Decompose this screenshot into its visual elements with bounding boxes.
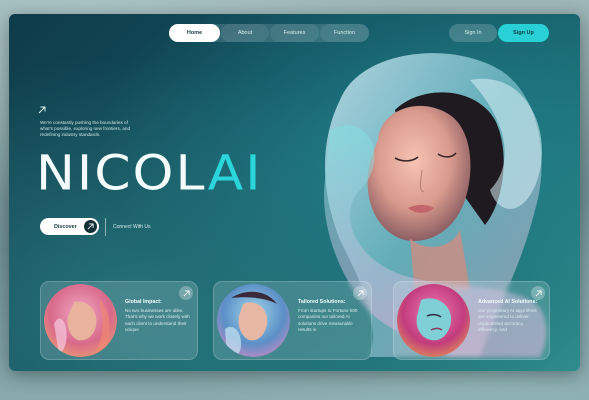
card-description: Our proprietary AI algorithms are engine… [478, 308, 537, 333]
card-title: Tailored Solutions: [298, 299, 346, 305]
discover-button-label: Discover [54, 223, 77, 230]
arrow-up-right-icon [84, 220, 97, 233]
brand-logo-main: NICOL [36, 146, 208, 202]
sign-in-button[interactable]: Sign In [449, 24, 497, 42]
card-avatar-image [217, 284, 290, 357]
brand-logo-accent: AI [207, 146, 263, 202]
hero-tagline: We're constantly pushing the boundaries … [40, 120, 130, 138]
feature-card-global-impact[interactable]: Global Impact: No two businesses are ali… [40, 281, 198, 360]
nav-tab-features[interactable]: Features [270, 24, 319, 42]
feature-card-advanced-ai-solutions[interactable]: Advanced AI Solutions: Our proprietary A… [393, 281, 550, 360]
card-description: No two businesses are alike. That's why … [125, 308, 190, 333]
discover-button[interactable]: Discover [40, 218, 99, 235]
feature-card-tailored-solutions[interactable]: Tailored Solutions: From startups to For… [213, 281, 372, 360]
arrow-up-right-icon [357, 289, 364, 296]
arrow-up-right-icon [183, 289, 190, 296]
card-title: Advanced AI Solutions: [478, 299, 538, 305]
brand-logo: NICOLAI [36, 150, 263, 198]
connect-with-us-link[interactable]: Connect With Us [113, 224, 151, 230]
card-title: Global Impact: [125, 299, 162, 305]
nav-tab-about[interactable]: About [221, 24, 269, 42]
arrow-up-right-icon [38, 106, 46, 114]
card-avatar-image [397, 284, 470, 357]
card-description: From startups to Fortune 500 companies o… [298, 308, 358, 333]
card-arrow-button[interactable] [179, 286, 193, 300]
card-arrow-button[interactable] [353, 286, 367, 300]
card-avatar-image [44, 284, 117, 357]
sign-up-button[interactable]: Sign Up [498, 24, 549, 42]
nav-tab-home[interactable]: Home [169, 24, 220, 42]
arrow-up-right-icon [535, 289, 542, 296]
hero-divider [105, 218, 106, 236]
card-arrow-button[interactable] [531, 286, 545, 300]
nav-tab-function[interactable]: Function [320, 24, 369, 42]
